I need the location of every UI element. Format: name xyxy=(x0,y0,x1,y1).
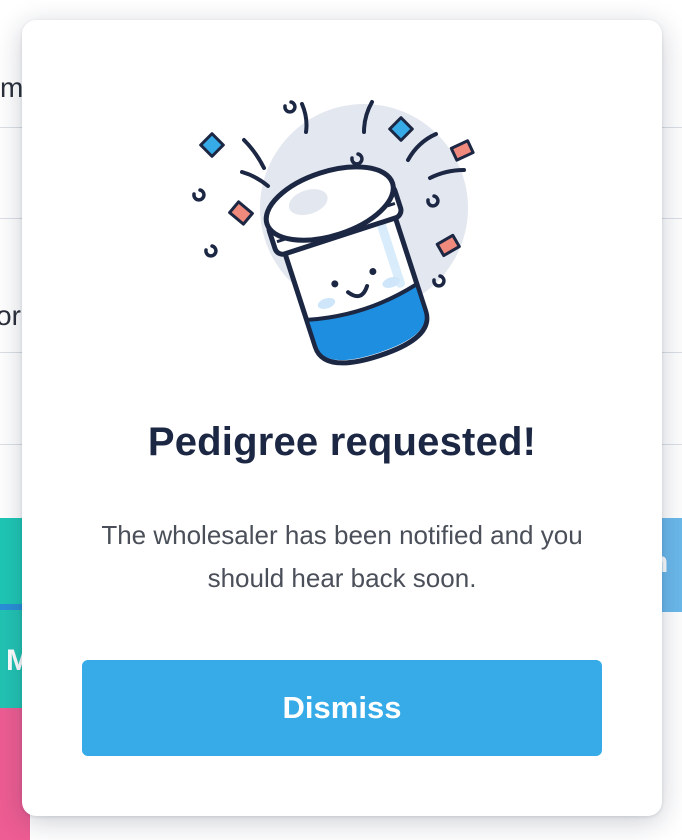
modal-title: Pedigree requested! xyxy=(147,420,537,464)
success-modal: Pedigree requested! The wholesaler has b… xyxy=(22,20,662,816)
background-row-text: m xyxy=(0,72,24,103)
dismiss-button[interactable]: Dismiss xyxy=(82,660,602,756)
modal-message: The wholesaler has been notified and you… xyxy=(101,520,583,593)
background-row-text: or xyxy=(0,300,21,331)
celebrating-jar-illustration xyxy=(182,82,502,392)
